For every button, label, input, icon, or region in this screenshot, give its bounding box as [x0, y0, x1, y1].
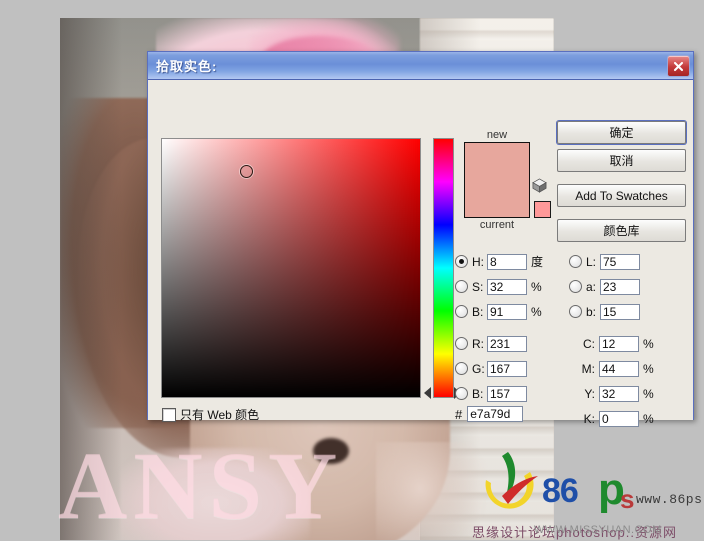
dialog-title: 拾取实色: — [156, 59, 218, 74]
input-hex[interactable] — [467, 406, 524, 422]
color-field-gradient — [162, 139, 420, 397]
unit-cyan: % — [643, 336, 654, 351]
field-black[interactable]: K: % — [569, 409, 654, 428]
field-cyan[interactable]: C: % — [569, 334, 654, 353]
label-brightness: B: — [472, 304, 484, 319]
label-yellow: Y: — [584, 386, 595, 401]
color-field[interactable] — [161, 138, 421, 398]
field-hex[interactable]: # — [455, 406, 524, 422]
hue-slider-marker-left[interactable] — [424, 387, 431, 399]
field-brightness[interactable]: B: % — [455, 302, 542, 321]
unit-yellow: % — [643, 386, 654, 401]
label-lab-b: b: — [586, 304, 597, 319]
input-brightness[interactable] — [487, 303, 527, 320]
hue-slider-gradient — [434, 139, 453, 397]
label-lab-a: a: — [586, 279, 597, 294]
input-cyan[interactable] — [599, 335, 639, 352]
radio-lab-l[interactable] — [569, 255, 582, 268]
radio-red[interactable] — [455, 337, 468, 350]
label-blue: B: — [472, 386, 484, 401]
color-field-cursor[interactable] — [239, 164, 253, 178]
input-blue[interactable] — [487, 385, 527, 402]
new-color-swatch — [465, 143, 529, 180]
label-black: K: — [583, 411, 595, 426]
field-lab-l[interactable]: L: — [569, 252, 640, 271]
field-green[interactable]: G: — [455, 359, 527, 378]
color-preview-box[interactable] — [464, 142, 530, 218]
dialog-titlebar[interactable]: 拾取实色: — [148, 52, 693, 80]
new-color-label: new — [486, 129, 508, 141]
input-hue[interactable] — [487, 253, 527, 270]
input-lab-a[interactable] — [600, 278, 640, 295]
color-picker-dialog: 拾取实色: new current 只有 Web 颜色 H: 8 度 S: 32… — [147, 51, 694, 427]
radio-lab-a[interactable] — [569, 280, 582, 293]
radio-hue[interactable] — [455, 255, 468, 268]
label-red: R: — [472, 336, 484, 351]
input-red[interactable] — [487, 335, 527, 352]
input-yellow[interactable] — [599, 385, 639, 402]
color-preview: new current — [464, 128, 530, 232]
websafe-color-swatch[interactable] — [533, 201, 551, 218]
label-magenta: M: — [581, 361, 595, 376]
label-cyan: C: — [583, 336, 595, 351]
logo-86-text: 86 — [542, 472, 579, 510]
input-lab-b[interactable] — [600, 303, 640, 320]
logo-s-text: s — [620, 484, 635, 514]
unit-black: % — [643, 411, 654, 426]
label-saturation: S: — [472, 279, 484, 294]
current-color-swatch[interactable] — [465, 180, 529, 217]
label-green: G: — [472, 361, 485, 376]
input-green[interactable] — [487, 360, 527, 377]
dialog-body: new current 只有 Web 颜色 H: 度 — [148, 80, 693, 427]
current-color-label: current — [479, 219, 515, 231]
unit-magenta: % — [643, 361, 654, 376]
input-saturation[interactable] — [487, 278, 527, 295]
input-black[interactable] — [599, 410, 639, 427]
input-magenta[interactable] — [599, 360, 639, 377]
radio-saturation[interactable] — [455, 280, 468, 293]
unit-saturation: % — [531, 279, 542, 294]
close-x-glyph — [673, 61, 684, 71]
hue-slider[interactable] — [433, 138, 454, 398]
web-colors-only-label: 只有 Web 颜色 — [180, 408, 260, 422]
field-red[interactable]: R: — [455, 334, 527, 353]
web-colors-only-box[interactable] — [162, 407, 176, 422]
label-lab-l: L: — [586, 254, 597, 269]
field-magenta[interactable]: M: % — [569, 359, 654, 378]
field-saturation[interactable]: S: % — [455, 277, 542, 296]
field-yellow[interactable]: Y: % — [569, 384, 654, 403]
ok-button[interactable]: 确定 — [557, 121, 686, 144]
label-hue: H: — [472, 254, 484, 269]
field-hue[interactable]: H: 度 — [455, 252, 543, 271]
site-watermark: 86 p s www.86ps.com 思缘设计论坛photoshop..资源网… — [472, 448, 704, 540]
color-libraries-button[interactable]: 颜色库 — [557, 219, 686, 242]
close-icon[interactable] — [667, 55, 690, 77]
logo-url-text: www.86ps.com — [636, 492, 704, 507]
logo-cn-text-secondary: WWW.MISSYUAN.COM — [534, 524, 662, 536]
field-lab-a[interactable]: a: — [569, 277, 640, 296]
cancel-button[interactable]: 取消 — [557, 149, 686, 172]
86ps-logo-icon — [485, 452, 538, 509]
unit-brightness: % — [531, 304, 542, 319]
field-blue[interactable]: B: — [455, 384, 527, 403]
hex-prefix: # — [455, 406, 463, 422]
radio-lab-b[interactable] — [569, 305, 582, 318]
unit-hue: 度 — [531, 255, 544, 269]
web-colors-only-checkbox[interactable]: 只有 Web 颜色 — [162, 406, 259, 423]
radio-brightness[interactable] — [455, 305, 468, 318]
cube-icon[interactable] — [532, 178, 547, 193]
gamut-warning-group[interactable] — [532, 178, 552, 218]
input-lab-l[interactable] — [600, 253, 640, 270]
radio-green[interactable] — [455, 362, 468, 375]
add-to-swatches-button[interactable]: Add To Swatches — [557, 184, 686, 207]
radio-blue[interactable] — [455, 387, 468, 400]
field-lab-b[interactable]: b: — [569, 302, 640, 321]
